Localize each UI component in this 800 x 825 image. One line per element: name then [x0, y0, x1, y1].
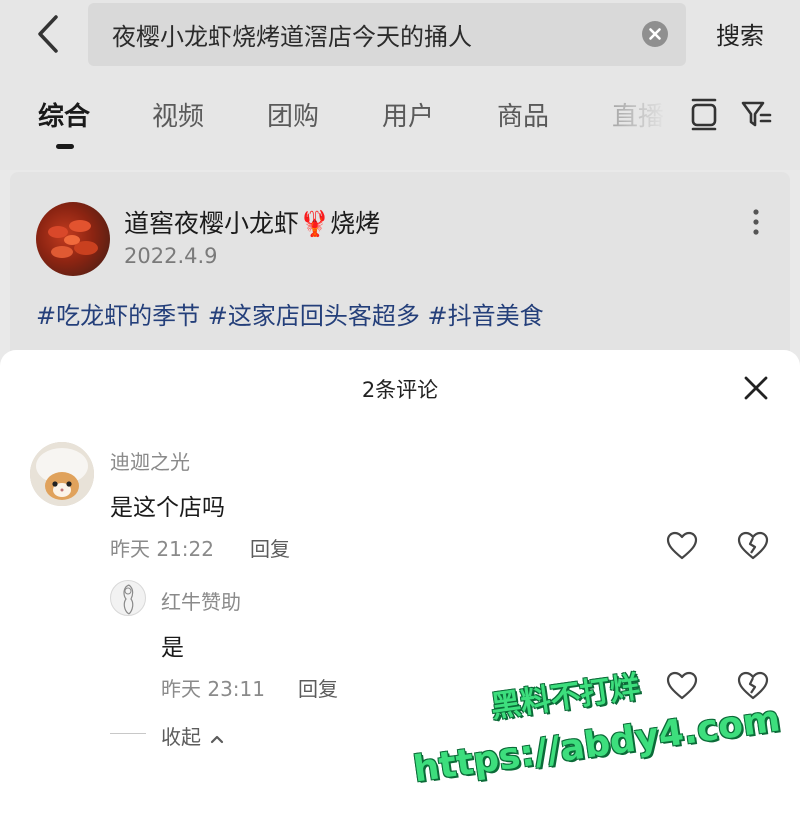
post-date: 2022.4.9 [124, 244, 218, 268]
clear-icon[interactable] [642, 21, 668, 47]
comment-text: 是这个店吗 [110, 495, 225, 521]
tab-users[interactable]: 用户 [382, 96, 434, 133]
like-heart-icon[interactable] [666, 531, 698, 561]
post-hashtags[interactable]: #吃龙虾的季节 #这家店回头客超多 #抖音美食 [36, 296, 544, 331]
top-bar: 夜樱小龙虾烧烤道滘店今天的捅人 搜索 [0, 0, 800, 70]
post-title: 道窖夜樱小龙虾🦞烧烤 [124, 209, 381, 238]
chevron-up-icon [211, 735, 224, 743]
comment-time: 昨天 21:22 [110, 537, 214, 561]
more-options-icon[interactable] [750, 208, 762, 238]
search-input[interactable]: 夜樱小龙虾烧烤道滘店今天的捅人 [88, 3, 686, 66]
dislike-broken-heart-icon[interactable] [737, 531, 769, 561]
tab-group-buy[interactable]: 团购 [267, 96, 319, 133]
search-button[interactable]: 搜索 [716, 16, 764, 51]
dislike-broken-heart-icon[interactable] [737, 671, 769, 701]
close-icon[interactable] [742, 374, 770, 402]
reply-to-reply-button[interactable]: 回复 [298, 673, 338, 702]
collapse-replies-button[interactable]: 收起 [161, 721, 225, 750]
reply-text: 是 [161, 635, 184, 661]
reply-time: 昨天 23:11 [161, 677, 265, 701]
replier-name[interactable]: 红牛赞助 [161, 586, 241, 615]
search-query-text: 夜樱小龙虾烧烤道滘店今天的捅人 [112, 23, 472, 51]
filter-icon[interactable] [740, 98, 772, 130]
active-tab-indicator [56, 144, 74, 149]
layout-toggle-icon[interactable] [690, 97, 718, 131]
collapse-label: 收起 [161, 725, 201, 749]
commenter-avatar[interactable] [30, 442, 94, 506]
tab-videos[interactable]: 视频 [152, 96, 204, 133]
tab-products[interactable]: 商品 [497, 96, 549, 133]
back-arrow-icon[interactable] [30, 14, 66, 54]
post-card[interactable]: 道窖夜樱小龙虾🦞烧烤 2022.4.9 #吃龙虾的季节 #这家店回头客超多 #抖… [10, 172, 790, 362]
collapse-divider [110, 733, 146, 734]
tab-fade [600, 70, 680, 170]
replier-avatar[interactable] [110, 580, 146, 616]
tab-comprehensive[interactable]: 综合 [38, 96, 90, 133]
like-heart-icon[interactable] [666, 671, 698, 701]
post-avatar-crayfish[interactable] [36, 202, 110, 276]
reply-button[interactable]: 回复 [250, 533, 290, 562]
comments-count-title: 2条评论 [361, 378, 439, 402]
commenter-name[interactable]: 迪迦之光 [110, 446, 190, 475]
comments-sheet: 2条评论 迪迦之光 是这个店吗 昨天 21:22 回复 红牛赞助 是 昨天 23… [0, 350, 800, 825]
result-tabs: 综合 视频 团购 用户 商品 直播 [0, 70, 800, 170]
